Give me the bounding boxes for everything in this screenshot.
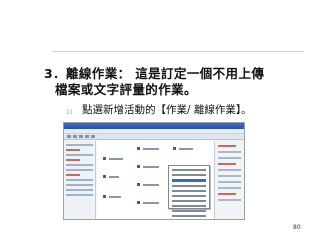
page-number: 80 [293, 224, 301, 231]
bullet-text: 點選新增活動的【作業/ 離線作業】。 [82, 104, 252, 116]
activity-dropdown-menu [168, 165, 210, 217]
screenshot-left-pane [64, 141, 96, 219]
heading-number: 3． [44, 66, 66, 81]
top-rule [52, 51, 304, 52]
slide-heading: 3．離線作業： 這是訂定一個不用上傳 檔案或文字評量的作業。 [44, 66, 314, 98]
screenshot-toolbar [64, 134, 244, 140]
heading-line-1: 離線作業： 這是訂定一個不用上傳 [66, 66, 265, 81]
heading-line-2: 檔案或文字評量的作業。 [55, 82, 197, 97]
embedded-screenshot [63, 122, 245, 220]
screenshot-right-pane [214, 141, 244, 219]
bullet-marker: 1) [66, 109, 73, 116]
